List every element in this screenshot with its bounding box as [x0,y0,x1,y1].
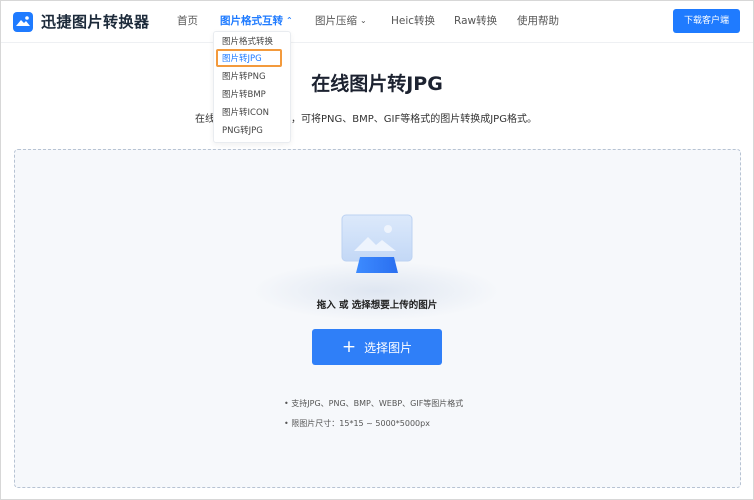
nav-item-compress[interactable]: 图片压缩 ⌄ [315,1,367,41]
select-image-label: 选择图片 [364,340,413,355]
dropdown-item-to-png[interactable]: 图片转PNG [222,69,266,85]
dropdown-item-format-convert[interactable]: 图片格式转换 [222,34,273,50]
nav-item-compress-label: 图片压缩 [315,15,357,27]
note-supported-formats: • 支持JPG、PNG、BMP、WEBP、GIF等图片格式 [284,399,464,408]
top-header: 迅捷图片转换器 首页 图片格式互转 ⌃ 图片压缩 ⌄ Heic转换 Raw转换 使用… [1,1,753,43]
dropdown-item-to-jpg[interactable]: 图片转JPG [222,51,262,67]
nav-item-home[interactable]: 首页 [177,1,198,41]
select-image-button[interactable]: + 选择图片 [312,329,442,365]
brand-name: 迅捷图片转换器 [41,13,150,31]
download-client-button[interactable]: 下载客户端 [673,9,740,33]
upload-notes: • 支持JPG、PNG、BMP、WEBP、GIF等图片格式 • 限图片尺寸：15… [284,394,463,434]
note-size-limit: • 限图片尺寸：15*15 ~ 5000*5000px [284,419,430,428]
image-logo-icon [13,11,33,32]
format-dropdown-menu: 图片格式转换 图片转JPG 图片转PNG 图片转BMP 图片转ICON PNG转… [213,31,291,143]
nav-item-format-convert-label: 图片格式互转 [220,15,283,27]
dropdown-item-to-icon[interactable]: 图片转ICON [222,105,269,121]
page-subtitle: 在线 ，可将PNG、BMP、GIF等格式的图片转换成JPG格式。 [195,110,537,125]
dropdown-item-to-bmp[interactable]: 图片转BMP [222,87,266,103]
subtitle-left: 在线 [195,114,215,125]
nav-item-raw[interactable]: Raw转换 [454,1,497,41]
nav-item-heic[interactable]: Heic转换 [391,1,435,41]
nav-item-help[interactable]: 使用帮助 [517,1,559,41]
dropdown-item-png-to-jpg[interactable]: PNG转JPG [222,123,263,139]
chevron-down-icon: ⌄ [360,16,367,25]
plus-icon: + [341,336,357,357]
page-title: 在线图片转JPG [311,73,443,95]
upload-hint-text: 拖入 或 选择想要上传的图片 [316,300,438,311]
brand-logo[interactable]: 迅捷图片转换器 [13,11,150,32]
subtitle-right: ，可将PNG、BMP、GIF等格式的图片转换成JPG格式。 [291,114,537,125]
upload-image-icon [340,213,414,279]
